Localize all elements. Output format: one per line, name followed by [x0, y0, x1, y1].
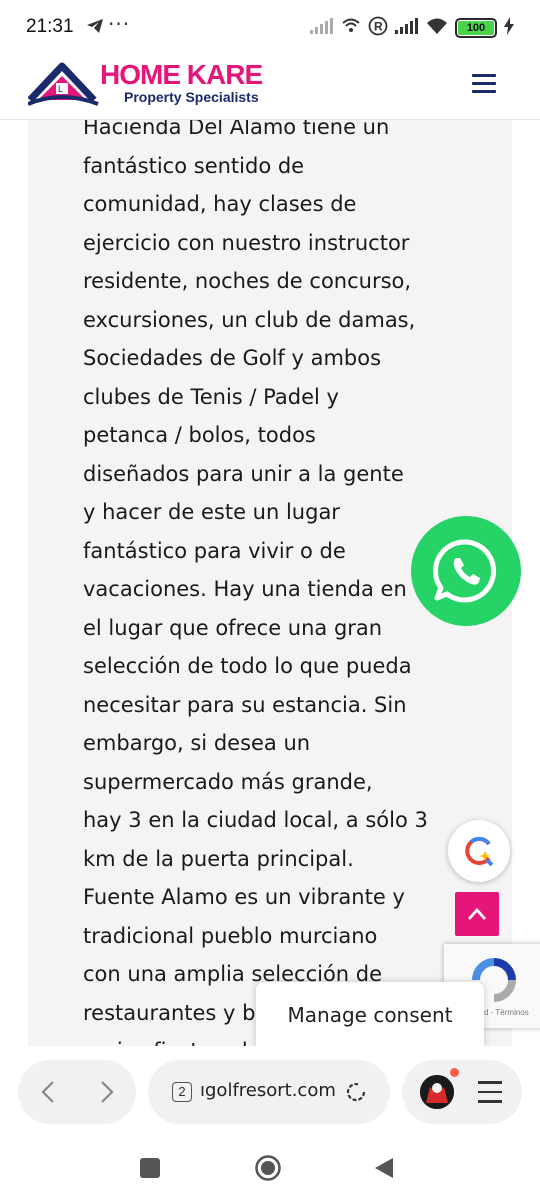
article-line: fantástico para vivir o de [83, 538, 346, 563]
article-line: km de la puerta principal. [83, 846, 354, 871]
system-back-button[interactable] [373, 1156, 395, 1184]
triangle-back-icon [375, 1158, 393, 1178]
more-notifications-icon: ··· [108, 12, 131, 36]
article-line: excursiones, un club de damas, [83, 307, 416, 332]
wifi-calling-icon [341, 17, 361, 39]
notification-dot [450, 1068, 459, 1077]
article-line: ejercicio con nuestro instructor [83, 230, 410, 255]
home-kare-logo[interactable]: L HOME KARE Property Specialists [28, 56, 288, 112]
article-line: selección de todo lo que pueda [83, 654, 412, 678]
signal-icon [310, 18, 334, 38]
article-line: y hacer de este un lugar [83, 500, 340, 524]
tab-count[interactable]: 2 [172, 1082, 192, 1102]
assistant-icon [465, 836, 494, 867]
chevron-left-icon [40, 1081, 54, 1103]
address-bar[interactable]: 2 ıgolfresort.com [148, 1060, 390, 1124]
article-line: residente, noches de concurso, [83, 269, 412, 293]
browser-menu-pill [402, 1060, 522, 1124]
back-button[interactable] [18, 1060, 77, 1124]
navigation-pill [18, 1060, 136, 1124]
article-line: necesitar para su estancia. Sin [83, 692, 407, 717]
registered-icon: R [368, 16, 388, 40]
status-bar: 21:31 ··· R 100 [0, 0, 540, 52]
article-line: diseñados para unir a la gente [83, 461, 404, 486]
article-text: Hacienda Del Alamo tiene un fantástico se… [83, 120, 463, 1046]
status-icons: R 100 [310, 16, 514, 40]
house-logo-icon: L [28, 62, 99, 106]
battery-icon: 100 [455, 18, 497, 38]
telegram-icon [86, 18, 104, 38]
article-line: comunidad, hay clases de [83, 192, 357, 216]
article-line: Fuente Alamo es un vibrante y [83, 885, 405, 909]
article-line: embargo, si desea un [83, 731, 311, 755]
assistant-button[interactable] [448, 820, 510, 882]
charging-icon [504, 17, 514, 39]
avatar-image [420, 1075, 454, 1109]
circle-icon [255, 1155, 281, 1181]
reload-icon[interactable] [344, 1080, 368, 1108]
article-line: petanca / bolos, todos [83, 423, 316, 447]
browser-menu-icon[interactable] [478, 1081, 502, 1110]
home-button[interactable] [254, 1154, 282, 1186]
article-line: hay 3 en la ciudad local, a sólo 3 [83, 808, 428, 832]
battery-level: 100 [458, 21, 494, 35]
article-line: Hacienda Del Alamo tiene un [83, 120, 390, 139]
manage-consent-button[interactable]: Manage consent [256, 982, 484, 1048]
article-line: supermercado más grande, [83, 769, 373, 794]
forward-button[interactable] [77, 1060, 136, 1124]
logo-mark: L [58, 84, 63, 94]
brand-title: HOME KARE [100, 59, 263, 90]
status-time: 21:31 [26, 16, 74, 37]
article-line: el lugar que ofrece una gran [83, 615, 383, 640]
article-line: vacaciones. Hay una tienda en [83, 577, 407, 601]
recaptcha-terms[interactable]: d - Términos [484, 1008, 529, 1017]
url-text[interactable]: ıgolfresort.com [200, 1080, 336, 1101]
profile-avatar[interactable] [420, 1075, 454, 1109]
article-line: tradicional pueblo murciano [83, 923, 378, 948]
wifi-icon [426, 17, 448, 39]
chevron-up-icon [467, 907, 487, 920]
signal-full-icon [395, 18, 419, 38]
system-navigation-bar [0, 1138, 540, 1200]
menu-hamburger-icon[interactable] [472, 74, 496, 94]
brand-subtitle: Property Specialists [124, 89, 259, 105]
whatsapp-button[interactable] [411, 516, 521, 626]
svg-text:R: R [374, 20, 383, 34]
article-line: clubes de Tenis / Padel y [83, 384, 339, 409]
whatsapp-icon [432, 539, 497, 603]
recent-apps-button[interactable] [139, 1157, 161, 1183]
square-icon [140, 1158, 160, 1178]
browser-toolbar: 2 ıgolfresort.com [0, 1046, 540, 1138]
article-line: Sociedades de Golf y ambos [83, 346, 382, 370]
article-line: fantástico sentido de [83, 153, 305, 178]
chevron-right-icon [100, 1081, 114, 1103]
site-header: L HOME KARE Property Specialists [0, 52, 540, 120]
back-to-top-button[interactable] [455, 892, 499, 936]
